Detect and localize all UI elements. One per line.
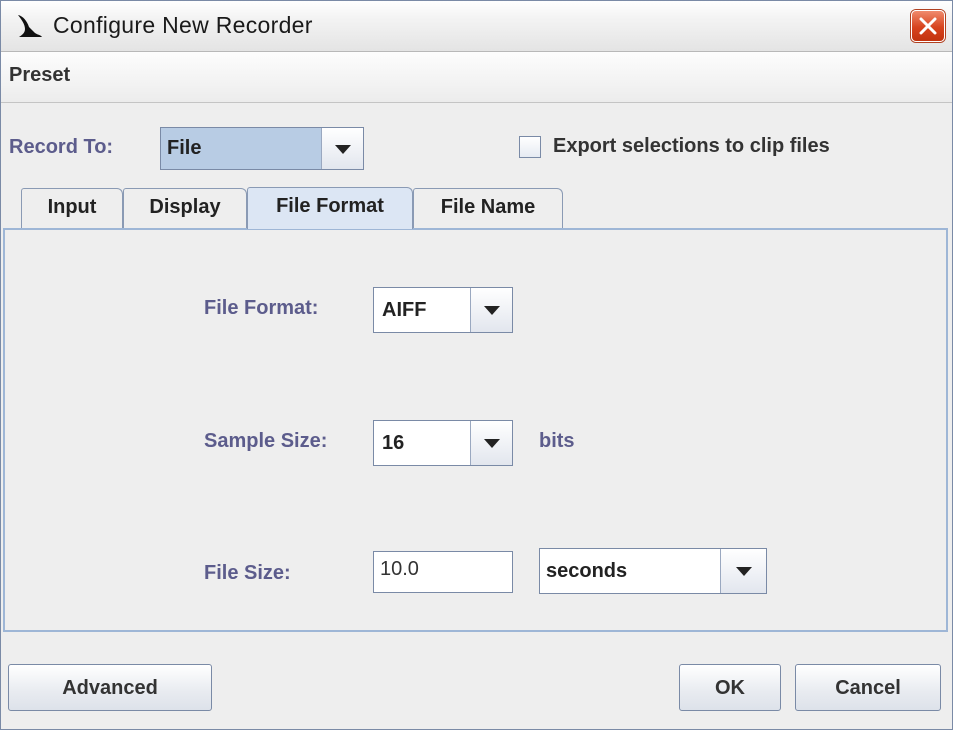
app-logo-icon <box>18 15 42 37</box>
file-format-value: AIFF <box>382 299 427 321</box>
sample-size-unit: bits <box>539 430 575 452</box>
tab-display[interactable]: Display <box>123 188 247 228</box>
sample-size-value: 16 <box>382 432 405 454</box>
sample-size-select[interactable]: 16 <box>373 420 513 466</box>
chevron-down-icon[interactable] <box>321 128 363 169</box>
chevron-down-icon[interactable] <box>720 549 766 593</box>
chevron-down-icon[interactable] <box>470 288 512 332</box>
configure-recorder-dialog: Configure New Recorder Preset Record To:… <box>0 0 953 730</box>
record-to-label: Record To: <box>9 136 114 158</box>
advanced-button[interactable]: Advanced <box>8 664 212 711</box>
file-size-unit-value: seconds <box>546 560 628 582</box>
record-to-value: File <box>167 137 202 159</box>
file-size-input[interactable]: 10.0 <box>373 551 513 593</box>
tab-file-name[interactable]: File Name <box>413 188 563 228</box>
close-button[interactable] <box>911 10 945 42</box>
export-clips-label[interactable]: Export selections to clip files <box>553 135 830 158</box>
file-size-label: File Size: <box>204 562 291 584</box>
chevron-down-icon[interactable] <box>470 421 512 465</box>
title-bar[interactable]: Configure New Recorder <box>1 1 952 52</box>
menu-bar: Preset <box>1 52 952 103</box>
tab-input[interactable]: Input <box>21 188 123 228</box>
file-size-unit-select[interactable]: seconds <box>539 548 767 594</box>
record-to-select[interactable]: File <box>160 127 364 170</box>
window-title: Configure New Recorder <box>53 12 313 38</box>
file-format-select[interactable]: AIFF <box>373 287 513 333</box>
menu-preset[interactable]: Preset <box>9 64 70 87</box>
cancel-button[interactable]: Cancel <box>795 664 941 711</box>
sample-size-label: Sample Size: <box>204 430 328 452</box>
close-icon <box>919 17 937 35</box>
ok-button[interactable]: OK <box>679 664 781 711</box>
export-clips-checkbox[interactable] <box>519 136 541 158</box>
tab-file-format[interactable]: File Format <box>247 187 413 229</box>
file-format-label: File Format: <box>204 297 319 319</box>
